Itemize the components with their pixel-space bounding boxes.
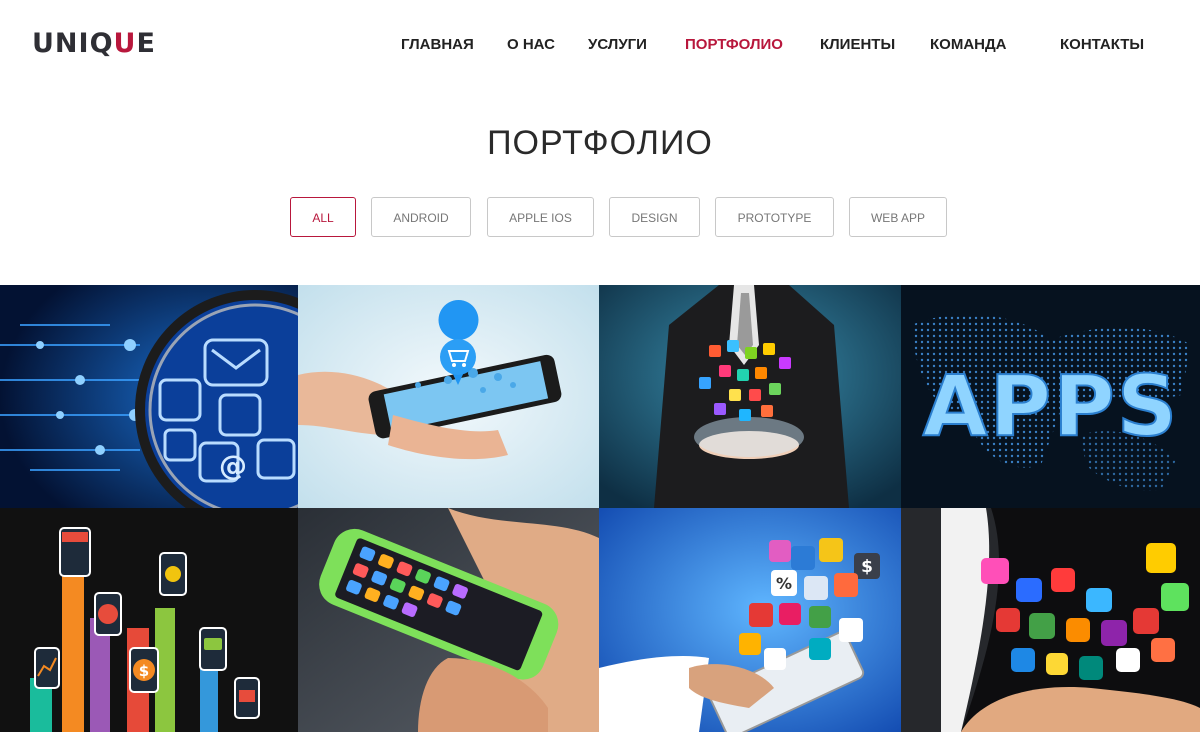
filter-design-button[interactable]: DESIGN	[609, 197, 700, 237]
nav-item-clients[interactable]: КЛИЕНТЫ	[820, 34, 895, 56]
main-nav: ГЛАВНАЯ О НАС УСЛУГИ ПОРТФОЛИО КЛИЕНТЫ К…	[0, 34, 1200, 56]
nav-item-contacts[interactable]: КОНТАКТЫ	[1060, 34, 1144, 56]
tablet-icons-image: % $	[599, 508, 901, 732]
nav-item-home[interactable]: ГЛАВНАЯ	[401, 34, 474, 56]
portfolio-filters: ALL ANDROID APPLE IOS DESIGN PROTOTYPE W…	[0, 197, 1200, 239]
filter-web-app-button[interactable]: WEB APP	[849, 197, 947, 237]
nav-item-team[interactable]: КОМАНДА	[930, 34, 1007, 56]
portfolio-item-businessman[interactable]	[599, 285, 901, 508]
portfolio-item-magnifier[interactable]: @	[0, 285, 298, 508]
svg-text:@: @	[219, 449, 247, 482]
portfolio-item-phone-cart[interactable]	[298, 285, 599, 508]
nav-item-about[interactable]: О НАС	[507, 34, 555, 56]
portfolio-item-hand-icons[interactable]	[901, 508, 1200, 732]
nav-item-services[interactable]: УСЛУГИ	[588, 34, 647, 56]
filter-apple-ios-button[interactable]: APPLE IOS	[487, 197, 594, 237]
portfolio-item-apps-map[interactable]: APPS	[901, 285, 1200, 508]
apps-world-map-image: APPS	[901, 285, 1200, 508]
hands-phones-illustration: $	[0, 508, 298, 732]
businessman-apps-image	[599, 285, 901, 508]
portfolio-item-hands-phones[interactable]: $	[0, 508, 298, 732]
portfolio-grid: @ APPS $ % $	[0, 285, 1200, 732]
dollar-sign: $	[139, 662, 149, 680]
page-title: ПОРТФОЛИО	[487, 124, 713, 162]
portfolio-item-green-phone[interactable]	[298, 508, 599, 732]
apps-text: APPS	[923, 357, 1180, 455]
filter-all-button[interactable]: ALL	[290, 197, 356, 237]
hand-icons-image	[901, 508, 1200, 732]
green-phone-image	[298, 508, 599, 732]
percent-sign: %	[776, 574, 792, 593]
magnifier-icons-image: @	[0, 285, 298, 508]
filter-prototype-button[interactable]: PROTOTYPE	[715, 197, 834, 237]
phone-cart-image	[298, 285, 599, 508]
nav-item-portfolio[interactable]: ПОРТФОЛИО	[685, 34, 783, 56]
portfolio-item-tablet-icons[interactable]: % $	[599, 508, 901, 732]
site-header: UNIQUE ГЛАВНАЯ О НАС УСЛУГИ ПОРТФОЛИО КЛ…	[0, 0, 1200, 90]
dollar-sign-small: $	[861, 557, 873, 577]
filter-android-button[interactable]: ANDROID	[371, 197, 471, 237]
